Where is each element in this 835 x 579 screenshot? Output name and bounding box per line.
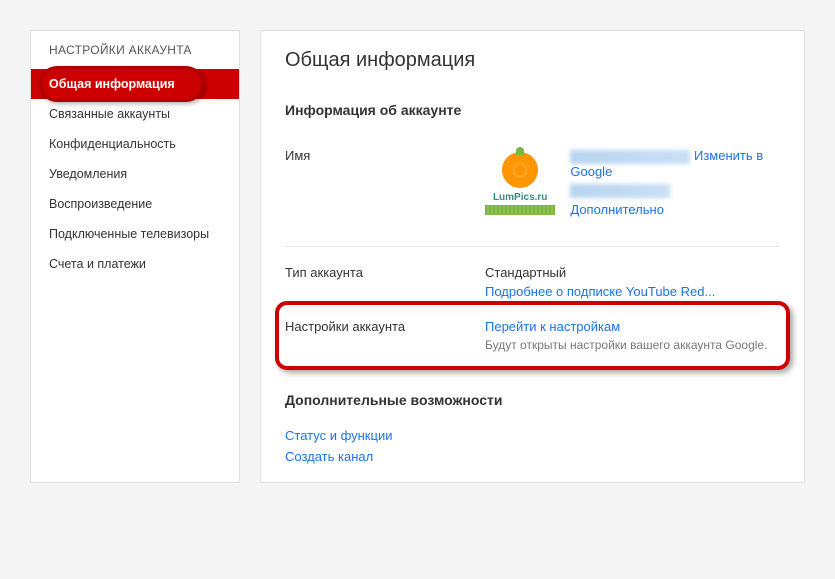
youtube-red-link[interactable]: Подробнее о подписке YouTube Red... [485,284,780,299]
status-functions-link[interactable]: Статус и функции [285,428,780,443]
sidebar-item-billing[interactable]: Счета и платежи [31,249,239,279]
sidebar-item-label: Конфиденциальность [49,137,176,151]
account-settings-row: Настройки аккаунта Перейти к настройкам … [275,309,790,362]
blurred-email [570,184,670,198]
settings-note: Будут открыты настройки вашего аккаунта … [485,338,780,352]
account-settings-highlight: Настройки аккаунта Перейти к настройкам … [275,309,790,362]
page-title: Общая информация [285,49,780,72]
account-type-value: Стандартный [485,265,780,280]
orange-icon [502,152,538,188]
sidebar-item-label: Счета и платежи [49,257,146,271]
sidebar-item-label: Воспроизведение [49,197,152,211]
account-type-row: Тип аккаунта Стандартный Подробнее о под… [285,255,780,309]
divider [285,246,780,247]
avatar-text: LumPics.ru [485,192,555,203]
sidebar-item-label: Общая информация [49,77,175,91]
blurred-name [570,150,690,164]
account-settings-label: Настройки аккаунта [285,319,485,352]
create-channel-link[interactable]: Создать канал [285,449,780,464]
advanced-link[interactable]: Дополнительно [570,202,664,217]
sidebar-item-connected-tvs[interactable]: Подключенные телевизоры [31,219,239,249]
account-type-label: Тип аккаунта [285,265,485,299]
main-content: Общая информация Информация об аккаунте … [260,30,805,483]
go-to-settings-link[interactable]: Перейти к настройкам [485,319,780,334]
grass-decoration [485,205,555,215]
avatar: LumPics.ru [485,148,555,228]
account-info-title: Информация об аккаунте [285,102,780,118]
sidebar-item-label: Подключенные телевизоры [49,227,209,241]
name-row: Имя LumPics.ru Изменить в Google [285,138,780,238]
sidebar-item-playback[interactable]: Воспроизведение [31,189,239,219]
name-label: Имя [285,148,485,228]
sidebar-header: НАСТРОЙКИ АККАУНТА [31,31,239,69]
sidebar-item-connected-accounts[interactable]: Связанные аккаунты [31,99,239,129]
sidebar: НАСТРОЙКИ АККАУНТА Общая информация Связ… [30,30,240,483]
sidebar-item-label: Уведомления [49,167,127,181]
sidebar-item-overview[interactable]: Общая информация [31,69,239,99]
extra-title: Дополнительные возможности [285,392,780,408]
sidebar-item-label: Связанные аккаунты [49,107,170,121]
sidebar-item-notifications[interactable]: Уведомления [31,159,239,189]
sidebar-item-privacy[interactable]: Конфиденциальность [31,129,239,159]
